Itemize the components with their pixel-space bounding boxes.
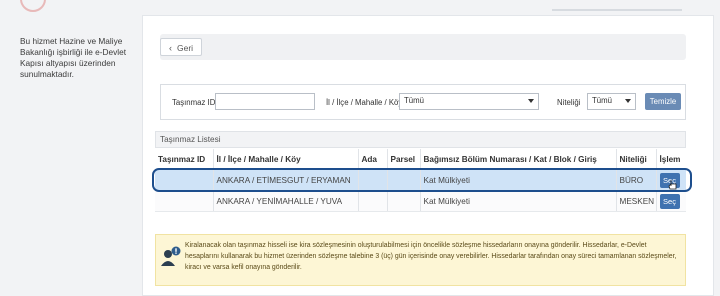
back-button[interactable]: ‹ Geri (160, 38, 202, 56)
select-button[interactable]: Seç (659, 193, 680, 209)
cell-parsel (386, 190, 420, 212)
cell-nitelik: MESKEN (615, 190, 656, 212)
clear-button[interactable]: Temizle (645, 93, 681, 110)
hand-cursor-icon (668, 180, 677, 190)
top-divider (552, 9, 682, 11)
cell-ada (357, 190, 387, 212)
caret-down-icon (625, 99, 631, 103)
cell-location: ANKARA / YENİMAHALLE / YUVA (212, 190, 358, 212)
col-ada: Ada (357, 149, 387, 170)
col-niteligi: Niteliği (615, 149, 656, 170)
niteligi-select-value: Tümü (592, 96, 612, 105)
table-header-row: Taşınmaz ID İl / İlçe / Mahalle / Köy Ad… (155, 149, 686, 170)
notice-text: Kiralanacak olan taşınmaz hisseli ise ki… (185, 242, 677, 271)
cell-id (155, 190, 213, 212)
col-location: İl / İlçe / Mahalle / Köy (212, 149, 358, 170)
cell-bolum: Kat Mülkiyeti (419, 190, 616, 212)
chevron-left-icon: ‹ (169, 43, 172, 53)
col-islem: İşlem (655, 149, 686, 170)
table-row[interactable]: ANKARA / YENİMAHALLE / YUVA Kat Mülkiyet… (155, 190, 686, 212)
location-select-value: Tümü (404, 96, 424, 105)
sidebar-info-text: Bu hizmet Hazine ve Maliye Bakanlığı işb… (20, 36, 127, 79)
col-parsel: Parsel (386, 149, 420, 170)
back-button-label: Geri (177, 43, 194, 53)
col-bolum: Bağımsız Bölüm Numarası / Kat / Blok / G… (419, 149, 616, 170)
caret-down-icon (528, 99, 534, 103)
niteligi-select[interactable]: Tümü (587, 93, 636, 110)
logo (20, 0, 46, 12)
tasinmaz-id-label: Taşınmaz ID (172, 98, 216, 107)
back-bar (160, 34, 686, 60)
cell-action: Seç (655, 190, 686, 212)
user-alert-icon (161, 246, 181, 266)
location-label: İl / İlçe / Mahalle / Köy (326, 98, 403, 107)
location-select[interactable]: Tümü (399, 93, 539, 110)
selection-highlight (152, 168, 692, 192)
niteligi-label: Niteliği (557, 98, 581, 107)
list-title: Taşınmaz Listesi (155, 131, 686, 148)
tasinmaz-id-input[interactable] (215, 93, 315, 110)
col-tasinmaz-id: Taşınmaz ID (155, 149, 213, 170)
